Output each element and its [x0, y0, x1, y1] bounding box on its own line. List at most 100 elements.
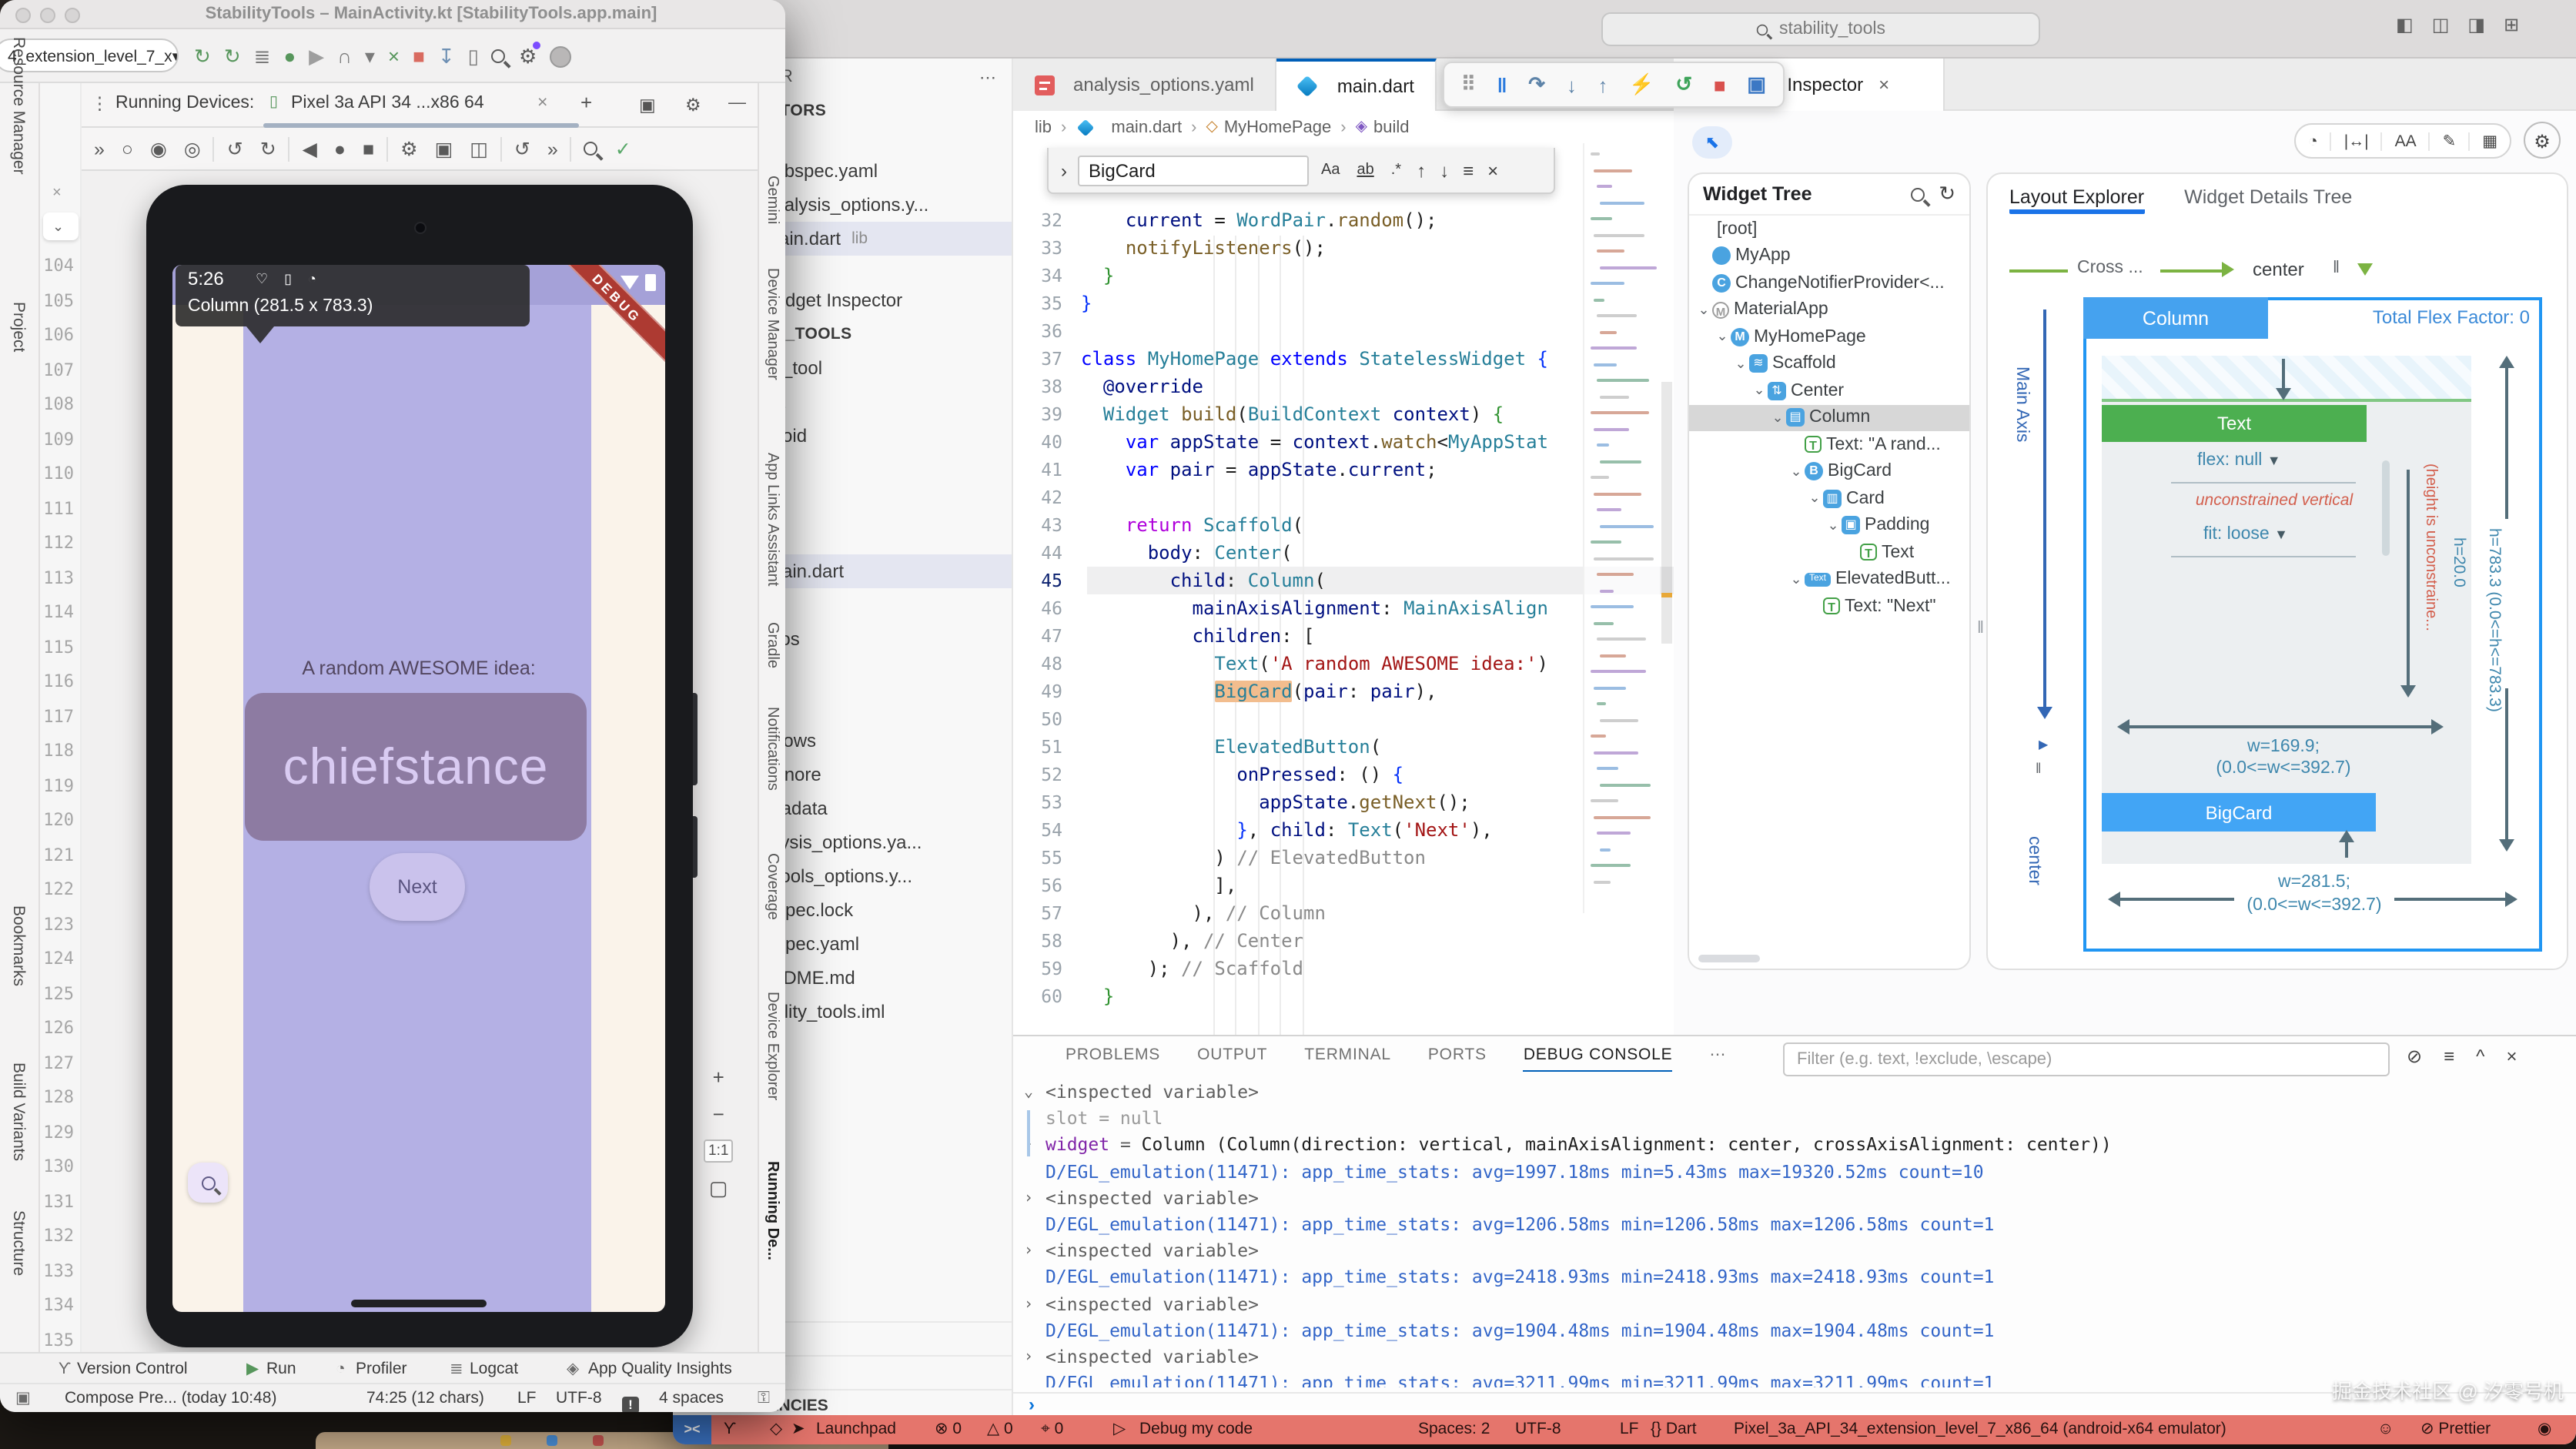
code-line[interactable]: 33 notifyListeners(); — [1013, 234, 1674, 262]
code-line[interactable]: 43 return Scaffold( — [1013, 511, 1674, 539]
regex-button[interactable]: .* — [1387, 160, 1406, 180]
console-row[interactable]: slot = null — [1024, 1106, 2564, 1132]
close-tab-icon[interactable]: × — [1878, 74, 1889, 95]
breadcrumb[interactable]: lib›main.dart›◇MyHomePage›◈build — [1013, 111, 1674, 143]
inspect-frame-icon[interactable]: ▣ — [1747, 72, 1766, 97]
row-chevron[interactable]: › — [1024, 1186, 1045, 1212]
step-over-icon[interactable]: ↷ — [1528, 72, 1545, 97]
overflow-icon[interactable]: » — [547, 138, 558, 159]
toolstrip-notifications[interactable]: Notifications — [764, 707, 781, 791]
code-line[interactable]: 38 @override — [1013, 373, 1674, 400]
layout-toggle-icon[interactable]: ⊞ — [2504, 14, 2519, 35]
code-line[interactable]: 53 appState.getNext(); — [1013, 788, 1674, 816]
as-titlebar[interactable]: StabilityTools – MainActivity.kt [Stabil… — [0, 0, 785, 29]
layout-toggle-icon[interactable]: ◫ — [2432, 14, 2450, 35]
status-version-control[interactable]: Version Control — [77, 1354, 188, 1384]
panel-tab-problems[interactable]: PROBLEMS — [1066, 1046, 1160, 1072]
whole-word-button[interactable]: ab — [1352, 160, 1378, 180]
chevron-down-icon[interactable]: ⌄ — [1806, 490, 1823, 507]
code-line[interactable]: 44 body: Center( — [1013, 539, 1674, 567]
code-line[interactable]: 54 }, child: Text('Next'), — [1013, 816, 1674, 844]
panel-drag-handle[interactable]: ‖ — [1977, 619, 1984, 637]
find-close-button[interactable]: × — [1484, 159, 1501, 181]
console-filter-input[interactable]: Filter (e.g. text, !exclude, \escape) — [1783, 1042, 2390, 1076]
tree-node-textnext[interactable]: TText: "Next" — [1689, 593, 1969, 620]
console-row[interactable]: D/EGL_emulation(11471): app_time_stats: … — [1024, 1159, 2564, 1185]
row-chevron[interactable]: › — [1024, 1238, 1045, 1264]
maximize-panel-icon[interactable]: ^ — [2476, 1046, 2484, 1067]
chevron-down-icon[interactable]: ⌄ — [1714, 329, 1731, 346]
eol-status[interactable]: LF — [517, 1384, 537, 1412]
code-editor[interactable]: 32 current = WordPair.random();33 notify… — [1013, 143, 1674, 1035]
debug-paint-icon[interactable]: |↔| — [2332, 132, 2383, 150]
close-icon[interactable]: × — [52, 185, 62, 202]
encoding-status[interactable]: UTF-8 — [1515, 1415, 1561, 1444]
toolstrip-build-variants[interactable]: Build Variants — [9, 1062, 28, 1161]
clear-console-icon[interactable]: ⊘ — [2407, 1046, 2422, 1067]
ports-status[interactable]: ⌖ 0 — [1041, 1415, 1063, 1444]
encoding-status[interactable]: UTF-8 — [556, 1384, 602, 1412]
tree-node-center[interactable]: ⌄⇅Center — [1689, 377, 1969, 404]
volume-down-icon[interactable]: ◎ — [184, 137, 201, 160]
feedback-smiley-icon[interactable]: ☺ — [2377, 1415, 2394, 1444]
dock-icon[interactable] — [547, 1435, 557, 1446]
prettier-status[interactable]: ⊘ Prettier — [2420, 1415, 2491, 1444]
profile-app-icon[interactable]: ▶ — [309, 44, 324, 69]
panel-tab-terminal[interactable]: TERMINAL — [1304, 1046, 1391, 1072]
command-center[interactable]: stability_tools — [1601, 12, 2040, 46]
toolstrip-structure[interactable]: Structure — [9, 1210, 28, 1276]
code-line[interactable]: 55 ) // ElevatedButton — [1013, 844, 1674, 872]
devtools-settings-gear-icon[interactable]: ⚙ — [2524, 122, 2561, 159]
code-line[interactable]: 58 ), // Center — [1013, 927, 1674, 955]
more-actions-icon[interactable]: ⋯ — [979, 67, 996, 87]
toolstrip-device-manager[interactable]: Device Manager — [764, 268, 781, 380]
debug-console[interactable]: ⌄<inspected variable>slot = null›widget … — [1024, 1079, 2564, 1387]
cross-axis-value[interactable]: center — [2253, 259, 2304, 280]
chevron-down-icon[interactable]: ⌄ — [1825, 517, 1842, 534]
home-icon[interactable]: ● — [334, 138, 346, 159]
minimize-panel-icon[interactable]: — — [728, 94, 746, 112]
search-fab[interactable] — [188, 1163, 228, 1203]
status-logcat[interactable]: Logcat — [470, 1354, 518, 1384]
hot-restart-icon[interactable]: ↺ — [1675, 72, 1692, 97]
warning-badge[interactable]: ! — [622, 1390, 639, 1412]
close-panel-icon[interactable]: × — [2506, 1046, 2517, 1067]
zoom-fit-button[interactable]: ▢ — [709, 1176, 728, 1201]
bigcard-widget-bar[interactable]: BigCard — [2102, 793, 2376, 832]
highlight-images-icon[interactable]: ▦ — [2470, 132, 2510, 150]
debug-icon[interactable]: ▷ — [1113, 1415, 1126, 1444]
tab-main.dart[interactable]: main.dart — [1277, 59, 1437, 111]
step-into-icon[interactable]: ↓ — [1567, 73, 1577, 96]
indent-status[interactable]: 4 spaces — [659, 1384, 724, 1412]
hot-reload-icon[interactable]: ⚡ — [1629, 72, 1654, 97]
code-line[interactable]: 36 — [1013, 317, 1674, 345]
dock-icon[interactable] — [593, 1435, 604, 1446]
status-version-control-icon[interactable]: Ƴ — [59, 1354, 71, 1384]
zoom-1-1-button[interactable]: 1:1 — [704, 1139, 733, 1163]
launchpad-shield-icon[interactable]: ◇ — [770, 1415, 782, 1444]
power-icon[interactable]: ○ — [122, 138, 133, 159]
lock-icon[interactable]: ⚿ — [758, 1384, 770, 1412]
code-line[interactable]: 60 } — [1013, 982, 1674, 1010]
tree-node-bigcard[interactable]: ⌄BBigCard — [1689, 458, 1969, 485]
toolstrip-device-explorer[interactable]: Device Explorer — [764, 992, 781, 1100]
back-icon[interactable]: ◀ — [303, 137, 317, 160]
find-expand-chevron[interactable]: › — [1058, 159, 1070, 181]
tree-node-myapp[interactable]: MyApp — [1689, 243, 1969, 269]
stop-icon[interactable]: ■ — [1714, 73, 1726, 96]
code-line[interactable]: 34 } — [1013, 262, 1674, 289]
row-chevron[interactable]: ⌄ — [1024, 1079, 1045, 1106]
device-settings-icon[interactable]: ⚙ — [400, 137, 417, 160]
code-line[interactable]: 35} — [1013, 289, 1674, 317]
launchpad-label[interactable]: Launchpad — [816, 1415, 896, 1444]
device-screen[interactable]: 5:26 ♡ ▯ ◔ Column (281.5 x 783.3) DEBUG … — [172, 265, 665, 1312]
more-actions-icon[interactable]: » — [94, 138, 105, 159]
breadcrumb-item[interactable]: lib — [1035, 118, 1052, 136]
scrollbar-pill[interactable] — [2382, 460, 2390, 556]
status-profiler-icon[interactable]: ◔ — [336, 1354, 346, 1384]
status-app-quality-insights-icon[interactable]: ◈ — [567, 1354, 579, 1384]
collapse-all-icon[interactable]: ≡ — [2444, 1046, 2454, 1067]
status-run[interactable]: Run — [266, 1354, 296, 1384]
dropdown-caret-icon[interactable]: ▾ — [365, 44, 375, 69]
status-run-icon[interactable]: ▶ — [246, 1354, 259, 1384]
